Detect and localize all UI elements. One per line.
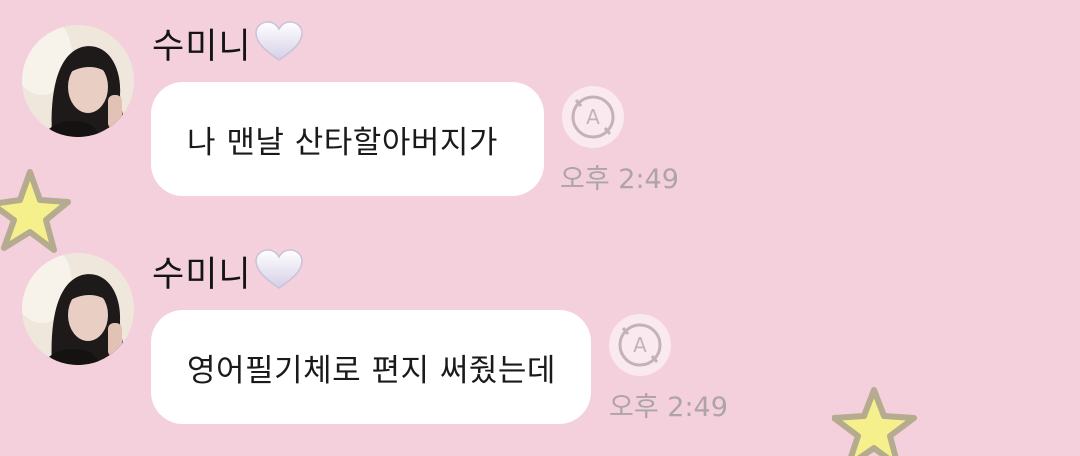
sender-name: 수미니 [152,255,252,295]
white-heart-icon [254,20,304,68]
avatar[interactable] [22,25,134,137]
translate-icon: A [618,323,662,367]
message-timestamp: 오후 2:49 [560,164,679,195]
translate-icon: A [571,95,615,139]
message-bubble[interactable]: 영어필기체로 편지 써줬는데 [151,310,591,424]
translate-button[interactable]: A [609,314,671,376]
message-timestamp: 오후 2:49 [609,392,728,423]
white-heart-icon [254,248,304,296]
message-bubble[interactable]: 나 맨날 산타할아버지가 [151,82,544,196]
translate-button[interactable]: A [562,86,624,148]
message-text: 나 맨날 산타할아버지가 [187,124,498,161]
star-sticker-icon [0,166,72,256]
svg-text:A: A [633,333,647,357]
sender-label: 수미니 [152,18,304,69]
star-sticker-icon [832,386,918,456]
sender-label: 수미니 [152,246,304,297]
svg-text:A: A [586,105,600,129]
avatar[interactable] [22,253,134,365]
sender-name: 수미니 [152,27,252,67]
message-text: 영어필기체로 편지 써줬는데 [187,352,556,389]
